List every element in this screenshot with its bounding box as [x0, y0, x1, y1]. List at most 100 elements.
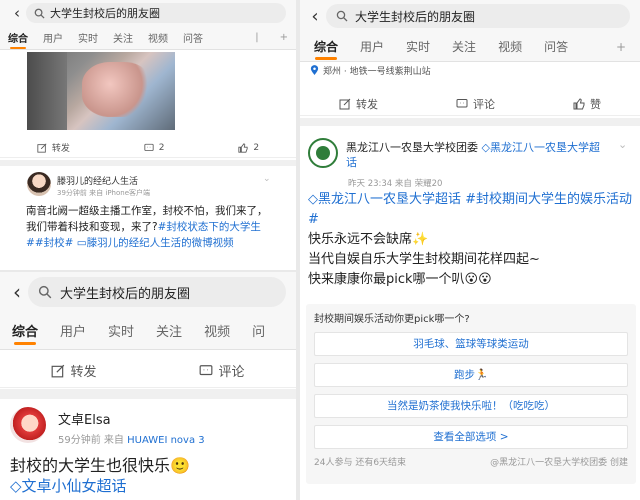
comment-icon — [456, 98, 468, 107]
author-name[interactable]: 滕羽儿的经纪人生活 — [57, 174, 138, 187]
search-input[interactable]: 大学生封校后的朋友圈 — [28, 277, 286, 307]
like-button[interactable]: 2 — [238, 143, 259, 153]
tab-users[interactable]: 用户 — [360, 38, 384, 55]
view-all-options-button[interactable]: 查看全部选项 > — [314, 425, 628, 449]
tab-bar: 综合 用户 实时 关注 视频 问答 | + — [0, 26, 296, 50]
supertopic-link[interactable]: ◇文卓小仙女超话 — [10, 475, 127, 496]
post-line-1: 快乐永远不会缺席✨ — [308, 232, 429, 247]
screenshot-right: ‹ 大学生封校后的朋友圈 综合 用户 实时 关注 视频 问答 + 郑州 · 地铁… — [300, 0, 640, 500]
post-meta: 59分钟前 来自 HUAWEI nova 3 — [58, 431, 205, 446]
tab-realtime[interactable]: 实时 — [406, 38, 430, 55]
source-prefix: 来自 — [394, 179, 412, 189]
post-text: ◇黑龙江八一农垦大学超话 #封校期间大学生的娱乐活动# 快乐永远不会缺席✨ 当代… — [308, 190, 634, 290]
divider — [300, 118, 640, 126]
tab-following[interactable]: 关注 — [452, 38, 476, 55]
post-time: 59分钟前 — [58, 435, 101, 446]
comment-label: 评论 — [473, 97, 495, 111]
supertopic-link[interactable]: 黑龙江八一农垦大学超话 — [318, 192, 461, 207]
tab-bar: 综合 用户 实时 关注 视频 问答 + — [300, 32, 640, 62]
plus-icon[interactable]: + — [280, 32, 288, 43]
like-button[interactable]: 赞 — [573, 96, 601, 112]
tab-comprehensive[interactable]: 综合 — [8, 30, 28, 45]
chevron-left-icon[interactable]: ‹ — [304, 6, 326, 27]
repost-icon — [37, 143, 47, 153]
repost-label: 转发 — [356, 97, 378, 111]
repost-button[interactable]: 转发 — [51, 361, 97, 380]
tab-qa[interactable]: 问答 — [544, 38, 568, 55]
poll-option[interactable]: 羽毛球、篮球等球类运动 — [314, 332, 628, 356]
search-input[interactable]: 大学生封校后的朋友圈 — [26, 3, 286, 23]
tab-following[interactable]: 关注 — [156, 321, 182, 340]
tab-following[interactable]: 关注 — [113, 30, 133, 45]
search-header: ‹ 大学生封校后的朋友圈 — [0, 0, 296, 26]
author-name[interactable]: 黑龙江八一农垦大学校团委 — [346, 141, 478, 154]
search-input[interactable]: 大学生封校后的朋友圈 — [326, 4, 630, 28]
repost-icon — [339, 98, 351, 109]
comment-icon — [144, 143, 154, 151]
post-photo[interactable] — [27, 52, 175, 130]
like-count: 2 — [253, 142, 260, 153]
divider — [0, 389, 296, 399]
comment-button[interactable]: 2 — [144, 143, 164, 153]
location-label: 郑州 · 地铁一号线紫荆山站 — [323, 67, 431, 77]
tab-users[interactable]: 用户 — [60, 321, 86, 340]
repost-icon — [52, 364, 65, 377]
location-tag[interactable]: 郑州 · 地铁一号线紫荆山站 — [310, 64, 431, 77]
source-prefix: 来自 — [89, 189, 104, 197]
search-icon — [336, 10, 348, 22]
tab-comprehensive[interactable]: 综合 — [12, 321, 38, 340]
hashtag-link[interactable]: #封校# — [35, 237, 74, 249]
tab-realtime[interactable]: 实时 — [108, 321, 134, 340]
tab-qa[interactable]: 问答 — [183, 30, 203, 45]
thumbs-up-icon — [238, 142, 248, 153]
chevron-down-icon[interactable]: ⌄ — [618, 138, 627, 151]
thumbs-up-icon — [573, 97, 585, 109]
poll-option[interactable]: 跑步🏃 — [314, 363, 628, 387]
comment-button[interactable]: 评论 — [456, 96, 495, 112]
post-source: iPhone客户端 — [105, 189, 151, 197]
poll-card: 封校期间娱乐活动你更pick哪一个? 羽毛球、篮球等球类运动 跑步🏃 当然是奶茶… — [306, 304, 636, 484]
plus-icon[interactable]: + — [616, 40, 626, 54]
comment-button[interactable]: 评论 — [199, 361, 245, 380]
avatar[interactable] — [27, 172, 51, 196]
tab-users[interactable]: 用户 — [43, 30, 63, 45]
poll-participants: 24人参与 — [314, 458, 353, 468]
poll-option[interactable]: 当然是奶茶使我快乐啦！（吃吃吃） — [314, 394, 628, 418]
supertopic-label: 文卓小仙女超话 — [21, 477, 127, 495]
post-actions: 转发 评论 赞 — [300, 92, 640, 116]
video-link[interactable]: 滕羽儿的经纪人生活的微博视频 — [87, 237, 234, 249]
avatar[interactable] — [308, 138, 338, 168]
location-pin-icon — [310, 65, 319, 75]
diamond-icon: ◇ — [10, 477, 22, 495]
chevron-left-icon[interactable]: ‹ — [8, 4, 26, 22]
search-header: ‹ 大学生封校后的朋友圈 — [300, 0, 640, 32]
repost-label: 转发 — [70, 365, 97, 380]
search-query: 大学生封校后的朋友圈 — [50, 7, 160, 20]
like-label: 赞 — [590, 97, 601, 111]
tab-video[interactable]: 视频 — [148, 30, 168, 45]
chevron-left-icon[interactable]: ‹ — [6, 280, 28, 304]
chevron-down-icon[interactable]: ⌄ — [263, 174, 271, 184]
screenshot-top-left: ‹ 大学生封校后的朋友圈 综合 用户 实时 关注 视频 问答 | + 转发 2 … — [0, 0, 296, 270]
tab-realtime[interactable]: 实时 — [78, 30, 98, 45]
search-icon — [38, 285, 52, 299]
repost-button[interactable]: 转发 — [339, 96, 378, 112]
post-meta: 昨天 23:34 来自 荣耀20 — [348, 177, 442, 189]
post-time: 昨天 23:34 — [348, 179, 393, 189]
author-name[interactable]: 文卓Elsa — [58, 409, 111, 428]
tab-video[interactable]: 视频 — [204, 321, 230, 340]
repost-label: 转发 — [51, 144, 70, 154]
post-source: 荣耀20 — [414, 179, 443, 189]
post-text: 南音北阙一超级主播工作室，封校不怕，我们来了，我们带着科技和变现，来了?#封校状… — [26, 203, 276, 251]
source-prefix: 来自 — [103, 435, 124, 446]
tab-comprehensive[interactable]: 综合 — [314, 38, 338, 55]
tab-video[interactable]: 视频 — [498, 38, 522, 55]
post-meta: 39分钟前 来自 iPhone客户端 — [57, 188, 150, 198]
poll-creator[interactable]: @黑龙江八一农垦大学校团委 创建 — [490, 455, 628, 468]
avatar[interactable] — [10, 407, 46, 443]
post-text: 封校的大学生也很快乐🙂 — [10, 456, 190, 475]
repost-button[interactable]: 转发 — [37, 141, 70, 154]
poll-question: 封校期间娱乐活动你更pick哪一个? — [314, 314, 470, 325]
tab-qa[interactable]: 问 — [252, 321, 265, 340]
post-source[interactable]: HUAWEI nova 3 — [127, 435, 205, 446]
